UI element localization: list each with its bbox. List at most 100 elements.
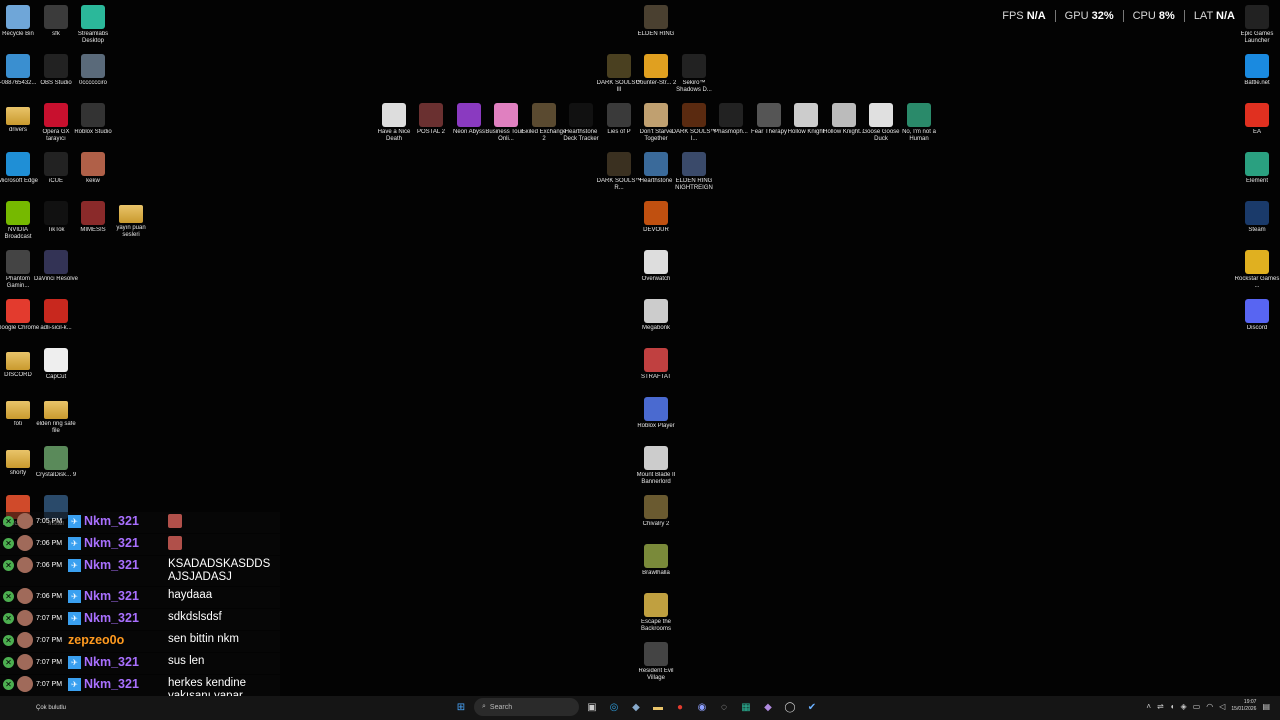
desktop-shortcut[interactable]: DaVinci Resolve <box>33 250 79 283</box>
desktop-shortcut[interactable]: ELDEN RING <box>633 5 679 38</box>
network-icon[interactable]: ⇌ <box>1157 702 1164 711</box>
pdf-icon <box>44 299 68 323</box>
chat-username[interactable]: Nkm_321 <box>84 558 139 572</box>
opera-gx-icon <box>44 103 68 127</box>
desktop-shortcut[interactable]: Escape the Backrooms <box>633 593 679 633</box>
game-icon <box>6 250 30 274</box>
davinci-icon <box>44 250 68 274</box>
gpu-readout: GPU 32% <box>1054 10 1123 22</box>
clock[interactable]: 19:07 15/01/2026 <box>1231 699 1256 713</box>
shortcut-label: Epic Games Launcher <box>1240 31 1274 44</box>
chat-username[interactable]: Nkm_321 <box>84 655 139 669</box>
desktop-shortcut[interactable]: Steam <box>1234 201 1280 234</box>
desktop-shortcut[interactable]: No, I'm not a Human <box>896 103 942 143</box>
system-tray: ˄ ⇌ ◖ ◈ ▭ ◠ ◁ 19:07 15/01/2026 ▤ <box>1146 699 1270 713</box>
search-box[interactable]: ⌕ Search <box>474 698 579 716</box>
steam-taskbar-icon[interactable]: ✔ <box>803 698 821 716</box>
chat-meta: ✕ 7:05 PM <box>0 512 68 530</box>
desktop-shortcut[interactable]: elden ring safe file <box>33 397 79 435</box>
edge-taskbar-icon[interactable]: ◎ <box>605 698 623 716</box>
chat-meta: ✕ 7:07 PM <box>0 653 68 671</box>
shortcut-label: Chivalry 2 <box>642 521 670 527</box>
taskbar: Çok bulutlu ⊞ ⌕ Search ▣ ◎ ◆ ▬ ● ◉ ◌ ▦ ◆… <box>0 696 1280 720</box>
desktop-shortcut[interactable]: Battle.net <box>1234 54 1280 87</box>
game-icon <box>644 103 668 127</box>
chat-timestamp: 7:06 PM <box>36 539 63 547</box>
avatar <box>17 632 33 648</box>
avatar <box>17 513 33 529</box>
streamlabs-icon <box>81 5 105 29</box>
game-icon <box>644 544 668 568</box>
weather-widget[interactable]: Çok bulutlu <box>36 705 66 711</box>
chat-username[interactable]: Nkm_321 <box>84 514 139 528</box>
app2-taskbar-icon[interactable]: ◯ <box>781 698 799 716</box>
file-explorer-icon[interactable]: ▬ <box>649 698 667 716</box>
desktop-shortcut[interactable]: ELDEN RING NIGHTREIGN <box>671 152 717 192</box>
chrome-taskbar-icon[interactable]: ● <box>671 698 689 716</box>
shortcut-label: DaVinci Resolve <box>34 276 78 282</box>
shield-icon[interactable]: ◈ <box>1181 702 1187 711</box>
desktop-shortcut[interactable]: Megabonk <box>633 299 679 332</box>
desktop-shortcut[interactable]: Sekiro™ Shadows D... <box>671 54 717 94</box>
desktop-shortcut[interactable]: Chivalry 2 <box>633 495 679 528</box>
desktop-shortcut[interactable]: 0cccccciro <box>70 54 116 87</box>
folder-icon <box>6 352 30 370</box>
latency-readout: LAT N/A <box>1183 10 1244 22</box>
chat-username[interactable]: Nkm_321 <box>84 589 139 603</box>
discord-taskbar-icon[interactable]: ◉ <box>693 698 711 716</box>
desktop-shortcut[interactable]: Mount Blade II Bannerlord <box>633 446 679 486</box>
desktop-shortcut[interactable]: Roblox Studio <box>70 103 116 136</box>
crystaldisk-icon <box>44 446 68 470</box>
chat-tray-icon[interactable]: ▭ <box>1193 702 1201 711</box>
desktop-shortcut[interactable]: adli-sicil-k... <box>33 299 79 332</box>
monitor-icon <box>6 54 30 78</box>
mic-icon[interactable]: ◖ <box>1170 702 1175 711</box>
app-taskbar-icon[interactable]: ◆ <box>759 698 777 716</box>
game-icon <box>644 152 668 176</box>
performance-overlay: FPS N/A GPU 32% CPU 8% LAT N/A <box>993 10 1244 22</box>
chat-timestamp: 7:07 PM <box>36 614 63 622</box>
shortcut-label: DEVOUR <box>643 227 669 233</box>
desktop-shortcut[interactable]: CapCut <box>33 348 79 381</box>
task-view-icon[interactable]: ▣ <box>583 698 601 716</box>
game-icon <box>719 103 743 127</box>
desktop-shortcut[interactable]: Resident Evil Village <box>633 642 679 682</box>
chat-username[interactable]: Nkm_321 <box>84 611 139 625</box>
avatar <box>17 676 33 692</box>
desktop-shortcut[interactable]: Brawlhalla <box>633 544 679 577</box>
roblox-icon <box>644 397 668 421</box>
chat-username[interactable]: Nkm_321 <box>84 677 139 691</box>
desktop-shortcut[interactable]: STRAFTAT <box>633 348 679 381</box>
desktop-shortcut[interactable]: Element <box>1234 152 1280 185</box>
chat-username[interactable]: Nkm_321 <box>84 536 139 550</box>
wifi-icon[interactable]: ◠ <box>1206 702 1213 711</box>
desktop-shortcut[interactable]: Roblox Player <box>633 397 679 430</box>
nvidia-icon <box>6 201 30 225</box>
start-button[interactable]: ⊞ <box>452 698 470 716</box>
volume-icon[interactable]: ◁ <box>1219 702 1225 711</box>
desktop-shortcut[interactable]: DEVOUR <box>633 201 679 234</box>
chat-username[interactable]: zepzeo0o <box>68 633 124 647</box>
shortcut-label: Overwatch <box>641 276 671 282</box>
streamlabs-taskbar-icon[interactable]: ▦ <box>737 698 755 716</box>
desktop-shortcut[interactable]: Rockstar Games ... <box>1234 250 1280 290</box>
twitch-badge-icon: ✈ <box>68 536 81 550</box>
desktop-shortcut[interactable]: kekw <box>70 152 116 185</box>
desktop-shortcut[interactable]: Streamlabs Desktop <box>70 5 116 45</box>
desktop-shortcut[interactable]: CrystalDisk... 9 <box>33 446 79 479</box>
chevron-up-icon[interactable]: ˄ <box>1146 702 1151 711</box>
image-icon <box>81 152 105 176</box>
capcut-icon <box>44 348 68 372</box>
clock-date: 15/01/2026 <box>1231 706 1257 712</box>
chat-text <box>168 534 280 554</box>
desktop-shortcut[interactable]: yayın puan sesleri <box>108 201 154 239</box>
folder-icon <box>6 401 30 419</box>
notification-icon[interactable]: ▤ <box>1262 702 1270 711</box>
desktop-shortcut[interactable]: Discord <box>1234 299 1280 332</box>
copilot-icon[interactable]: ◆ <box>627 698 645 716</box>
desktop-shortcut[interactable]: EA <box>1234 103 1280 136</box>
obs-taskbar-icon[interactable]: ◌ <box>715 698 733 716</box>
shortcut-label: Rockstar Games ... <box>1234 276 1280 289</box>
desktop-shortcut[interactable]: Overwatch <box>633 250 679 283</box>
game-icon <box>81 201 105 225</box>
